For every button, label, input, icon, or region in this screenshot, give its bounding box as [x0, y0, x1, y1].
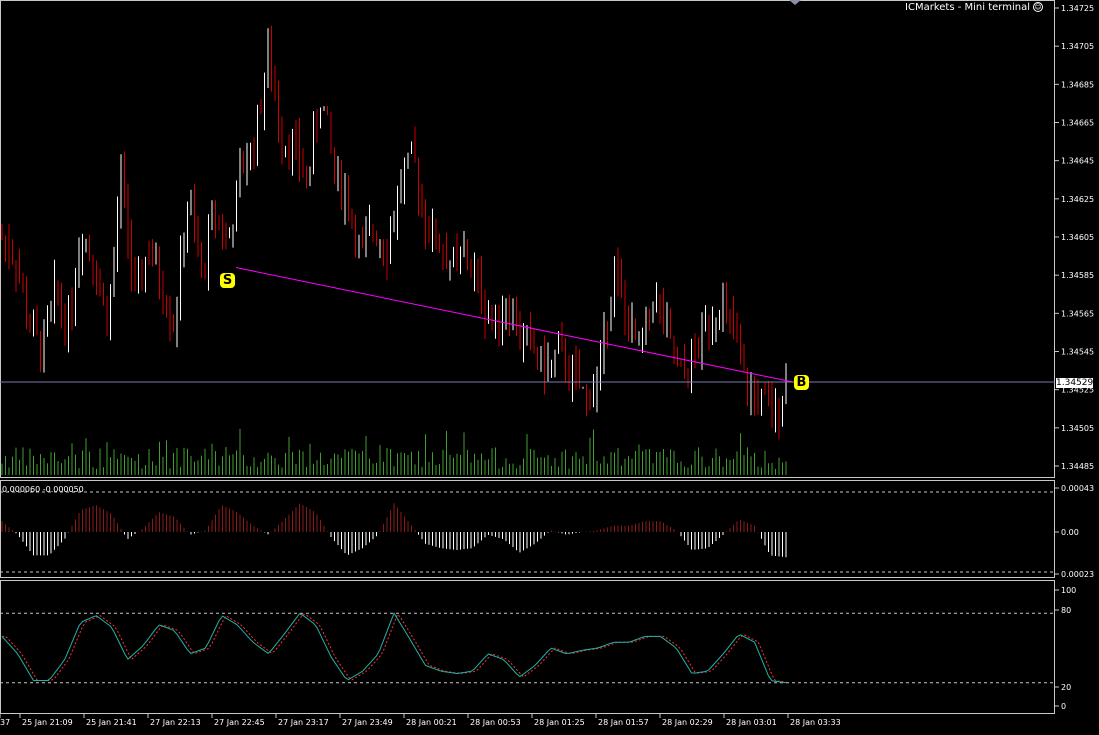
time-tick-label: 27 Jan 23:49: [342, 718, 393, 727]
smiley-icon[interactable]: ☺: [1033, 2, 1043, 12]
macd-tick-label: 0.00023: [1061, 570, 1094, 579]
price-tick-label: 1.34645: [1061, 157, 1094, 166]
panel-frames: [0, 0, 1055, 714]
time-tick-label: 28 Jan 01:57: [598, 718, 649, 727]
time-tick-label: 37: [0, 718, 10, 727]
current-price-label: 1.34529: [1056, 378, 1094, 388]
price-axis: 1.34725 1.34705 1.34685 1.34665 1.34645 1.346…: [1055, 4, 1094, 471]
time-tick-label: 28 Jan 00:21: [406, 718, 457, 727]
price-tick-label: 1.34725: [1061, 4, 1094, 13]
macd-panel-label: 0.000060 -0.000050: [2, 485, 84, 494]
time-tick-label: 28 Jan 03:01: [726, 718, 777, 727]
stochastic-lines: [0, 612, 1055, 684]
buy-marker[interactable]: B: [794, 375, 809, 390]
price-tick-label: 1.34705: [1061, 42, 1094, 51]
terminal-title-text: ICMarkets - Mini terminal: [905, 2, 1030, 13]
macd-tick-label: 0.00043: [1061, 484, 1094, 493]
sell-marker[interactable]: S: [220, 273, 235, 288]
time-axis: 37 25 Jan 21:09 25 Jan 21:41 27 Jan 22:13 27…: [0, 714, 841, 727]
macd-axis: 0.00043 0.00 0.00023: [1055, 484, 1094, 579]
stoch-signal-line: [2, 613, 787, 683]
time-tick-label: 28 Jan 02:29: [662, 718, 713, 727]
time-tick-label: 28 Jan 01:25: [534, 718, 585, 727]
stoch-tick-label: 80: [1061, 606, 1071, 615]
macd-histogram: [0, 491, 1055, 573]
time-tick-label: 25 Jan 21:09: [22, 718, 73, 727]
time-tick-label: 25 Jan 21:41: [86, 718, 137, 727]
price-tick-label: 1.34585: [1061, 271, 1094, 280]
chart-canvas[interactable]: 1.34725 1.34705 1.34685 1.34665 1.34645 1.346…: [0, 0, 1099, 735]
stoch-tick-label: 100: [1061, 586, 1076, 595]
time-tick-label: 27 Jan 22:13: [150, 718, 201, 727]
macd-tick-label: 0.00: [1061, 528, 1079, 537]
price-tick-label: 1.34665: [1061, 119, 1094, 128]
terminal-title: ICMarkets - Mini terminal ☺: [905, 2, 1043, 13]
stoch-axis: 100 80 20 0: [1055, 586, 1076, 711]
price-tick-label: 1.34545: [1061, 348, 1094, 357]
price-tick-label: 1.34685: [1061, 80, 1094, 89]
price-tick-label: 1.34625: [1061, 195, 1094, 204]
price-tick-label: 1.34605: [1061, 233, 1094, 242]
time-tick-label: 27 Jan 22:45: [214, 718, 265, 727]
time-tick-label: 28 Jan 03:33: [790, 718, 841, 727]
price-tick-label: 1.34505: [1061, 424, 1094, 433]
stoch-tick-label: 20: [1061, 683, 1071, 692]
price-tick-label: 1.34485: [1061, 462, 1094, 471]
chart-menu-arrow-icon[interactable]: [789, 0, 801, 5]
price-candles: [1, 25, 787, 440]
time-tick-label: 27 Jan 23:17: [278, 718, 329, 727]
stoch-tick-label: 0: [1061, 702, 1066, 711]
time-tick-label: 28 Jan 00:53: [470, 718, 521, 727]
price-tick-label: 1.34565: [1061, 309, 1094, 318]
volume-bars: [1, 428, 787, 475]
